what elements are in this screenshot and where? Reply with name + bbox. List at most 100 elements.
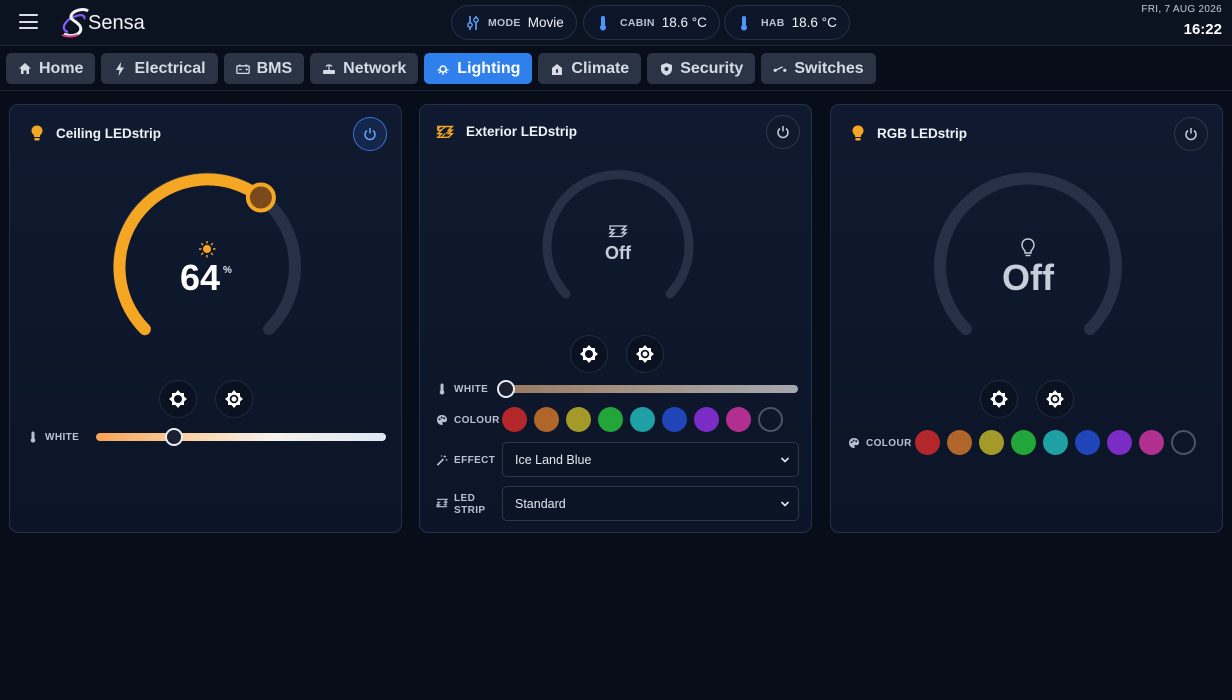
sun-bright-icon — [1046, 390, 1064, 408]
tab-label: Switches — [794, 59, 864, 77]
menu-icon[interactable] — [19, 14, 38, 29]
bolt-icon — [113, 61, 127, 76]
ledstrip-icon — [436, 125, 454, 139]
colour-swatch[interactable] — [662, 407, 687, 432]
hab-temp-status[interactable]: HAB 18.6 °C — [724, 5, 850, 40]
tab-security[interactable]: Security — [647, 53, 756, 84]
state-text: Off — [1002, 257, 1054, 298]
sensa-logo: Sensa — [61, 8, 146, 38]
mode-status[interactable]: MODE Movie — [451, 5, 577, 40]
colour-swatch[interactable] — [1011, 430, 1036, 455]
chevron-down-icon — [780, 457, 790, 463]
chevron-down-icon — [780, 501, 790, 507]
colour-swatch[interactable] — [947, 430, 972, 455]
brightness-arc — [113, 173, 267, 336]
power-button[interactable] — [353, 117, 387, 151]
tab-label: Electrical — [134, 59, 206, 77]
sun-dim-icon — [169, 390, 187, 408]
svg-text:Sensa: Sensa — [88, 12, 146, 34]
colour-swatch[interactable] — [1043, 430, 1068, 455]
effect-value: Ice Land Blue — [515, 452, 592, 467]
sun-icon — [199, 241, 216, 258]
climate-icon — [550, 62, 564, 76]
nav-tabs: Home Electrical BMS Network Lighting Cli… — [6, 53, 882, 84]
slider-thumb[interactable] — [497, 380, 515, 398]
tab-electrical[interactable]: Electrical — [101, 53, 218, 84]
brightness-dial[interactable] — [533, 161, 703, 309]
power-button[interactable] — [1174, 117, 1208, 151]
thermometer-icon — [598, 15, 612, 31]
colour-swatch[interactable] — [598, 407, 623, 432]
colour-swatch[interactable] — [1107, 430, 1132, 455]
bulb-icon — [852, 125, 864, 141]
colour-swatch-none[interactable] — [758, 407, 783, 432]
tab-network[interactable]: Network — [310, 53, 419, 84]
bulb-icon — [436, 62, 450, 76]
tab-home[interactable]: Home — [6, 53, 96, 84]
brightness-down-button[interactable] — [980, 380, 1018, 418]
home-icon — [18, 62, 32, 76]
colour-swatch[interactable] — [726, 407, 751, 432]
power-icon — [364, 128, 376, 141]
dial-knob[interactable] — [245, 182, 276, 213]
colour-swatch[interactable] — [534, 407, 559, 432]
thermometer-icon — [739, 15, 753, 31]
power-icon — [1185, 128, 1197, 141]
brightness-unit: % — [223, 265, 232, 276]
thermometer-icon — [436, 383, 448, 395]
hab-label: HAB — [761, 16, 785, 29]
power-icon — [777, 126, 789, 139]
tab-bms[interactable]: BMS — [223, 53, 305, 84]
tab-lighting[interactable]: Lighting — [424, 53, 533, 84]
white-label-text: WHITE — [45, 431, 80, 443]
effect-label-text: EFFECT — [454, 454, 496, 466]
cabin-label: CABIN — [620, 16, 655, 29]
white-label: WHITE — [436, 383, 488, 395]
battery-icon — [235, 62, 250, 76]
brightness-up-button[interactable] — [215, 380, 253, 418]
led-strip-select[interactable]: Standard — [502, 486, 799, 521]
time-text: 16:22 — [1183, 21, 1222, 38]
colour-label: COLOUR — [848, 437, 912, 449]
colour-swatch[interactable] — [1139, 430, 1164, 455]
cabin-temp-status[interactable]: CABIN 18.6 °C — [583, 5, 720, 40]
magic-wand-icon — [436, 454, 448, 466]
colour-swatch[interactable] — [1075, 430, 1100, 455]
cabin-value: 18.6 °C — [661, 15, 707, 30]
bulb-outline-icon — [1021, 238, 1035, 257]
colour-swatch[interactable] — [630, 407, 655, 432]
card-title: Ceiling LEDstrip — [56, 126, 162, 141]
tab-switches[interactable]: Switches — [761, 53, 876, 84]
palette-icon — [848, 437, 860, 449]
colour-swatch[interactable] — [502, 407, 527, 432]
effect-select[interactable]: Ice Land Blue — [502, 442, 799, 477]
tab-label: Security — [680, 59, 744, 77]
sliders-icon — [466, 15, 480, 31]
led-strip-value: Standard — [515, 496, 566, 511]
brightness-up-button[interactable] — [1036, 380, 1074, 418]
sun-bright-icon — [225, 390, 243, 408]
white-label-text: WHITE — [454, 383, 489, 395]
brightness-down-button[interactable] — [570, 335, 608, 373]
colour-swatch[interactable] — [979, 430, 1004, 455]
white-temperature-slider[interactable] — [506, 385, 798, 393]
tab-label: BMS — [256, 59, 293, 77]
tab-climate[interactable]: Climate — [538, 53, 642, 84]
brightness-down-button[interactable] — [159, 380, 197, 418]
tab-divider — [0, 90, 1232, 91]
colour-swatch-none[interactable] — [1171, 430, 1196, 455]
colour-label-text: COLOUR — [866, 437, 912, 449]
led-strip-label-text: LED STRIP — [454, 493, 485, 517]
power-button[interactable] — [766, 115, 800, 149]
white-temperature-slider[interactable] — [96, 433, 386, 441]
slider-thumb[interactable] — [165, 428, 184, 446]
hab-value: 18.6 °C — [791, 15, 837, 30]
colour-label: COLOUR — [436, 414, 500, 426]
sun-dim-icon — [580, 345, 598, 363]
tab-label: Climate — [571, 59, 630, 77]
colour-swatch[interactable] — [694, 407, 719, 432]
card-title: RGB LEDstrip — [877, 126, 968, 141]
colour-swatch[interactable] — [566, 407, 591, 432]
colour-swatch[interactable] — [915, 430, 940, 455]
brightness-up-button[interactable] — [626, 335, 664, 373]
